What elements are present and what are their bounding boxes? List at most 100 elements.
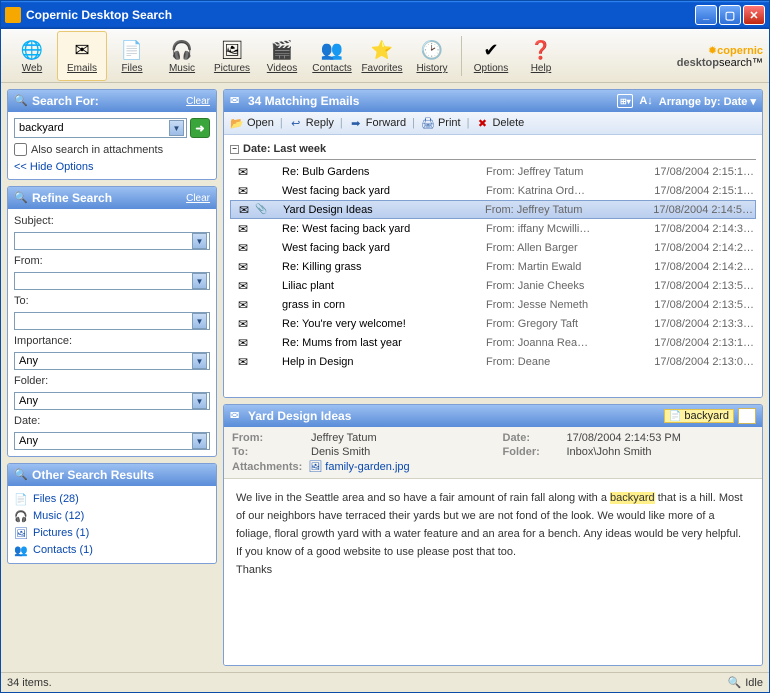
open-icon: 📂 (230, 116, 244, 130)
refine-label: Subject: (14, 215, 210, 227)
email-row[interactable]: ✉West facing back yardFrom: Allen Barger… (230, 238, 756, 257)
refine-field-0[interactable]: ▼ (14, 232, 210, 250)
refine-label: Importance: (14, 335, 210, 347)
email-subject: Re: Mums from last year (268, 337, 486, 349)
delete-button[interactable]: ✖Delete (475, 116, 524, 130)
search-go-button[interactable]: ➜ (190, 118, 210, 138)
minimize-button[interactable]: _ (695, 5, 717, 25)
refine-label: To: (14, 295, 210, 307)
email-from: From: Katrina Ord… (486, 185, 626, 197)
collapse-icon[interactable]: − (230, 145, 239, 154)
favorites-icon: ⭐ (370, 38, 394, 62)
close-button[interactable]: ✕ (743, 5, 765, 25)
delete-icon: ✖ (475, 116, 489, 130)
email-row[interactable]: ✉Re: You're very welcome!From: Gregory T… (230, 314, 756, 333)
toolbar-videos[interactable]: 🎬Videos (257, 31, 307, 81)
forward-button[interactable]: ➡Forward (349, 116, 406, 130)
email-from: From: Jeffrey Tatum (486, 166, 626, 178)
other-result-link[interactable]: 🖼Pictures (1) (14, 526, 210, 540)
attachment-icon: 📎 (255, 204, 269, 215)
highlight-term[interactable]: 📄 backyard (664, 409, 734, 423)
toolbar-emails[interactable]: ✉Emails (57, 31, 107, 81)
toolbar-music[interactable]: 🎧Music (157, 31, 207, 81)
email-date: 17/08/2004 2:14:5… (625, 204, 753, 216)
toolbar-history[interactable]: 🕑History (407, 31, 457, 81)
toolbar-files[interactable]: 📄Files (107, 31, 157, 81)
preview-title: Yard Design Ideas (248, 409, 660, 423)
chevron-down-icon[interactable]: ▼ (192, 433, 207, 449)
files-icon: 📄 (120, 38, 144, 62)
email-date: 17/08/2004 2:14:3… (626, 223, 754, 235)
email-subject: Re: West facing back yard (268, 223, 486, 235)
search-icon: 🔍 (728, 676, 742, 689)
music-icon: 🎧 (170, 38, 194, 62)
toolbar-web[interactable]: 🌐Web (7, 31, 57, 81)
toolbar-help[interactable]: ❓Help (516, 31, 566, 81)
envelope-icon: ✉ (232, 165, 254, 179)
email-subject: West facing back yard (268, 185, 486, 197)
search-input[interactable]: backyard ▼ (14, 118, 187, 138)
category-icon: 👥 (14, 543, 28, 557)
category-icon: 📄 (14, 492, 28, 506)
email-subject: grass in corn (268, 299, 486, 311)
search-clear-link[interactable]: Clear (186, 96, 210, 107)
folder-label: Folder: (503, 446, 563, 458)
envelope-icon: ✉ (232, 317, 254, 331)
envelope-icon: ✉ (232, 336, 254, 350)
email-from: From: Joanna Rea… (486, 337, 626, 349)
also-attachments-checkbox[interactable]: Also search in attachments (14, 143, 210, 156)
chevron-down-icon[interactable]: ▼ (192, 233, 207, 249)
refine-field-1[interactable]: ▼ (14, 272, 210, 290)
chevron-down-icon[interactable]: ▼ (192, 313, 207, 329)
email-row[interactable]: ✉📎Yard Design IdeasFrom: Jeffrey Tatum17… (230, 200, 756, 219)
open-button[interactable]: 📂Open (230, 116, 274, 130)
toolbar-favorites[interactable]: ⭐Favorites (357, 31, 407, 81)
toolbar-options[interactable]: ✔Options (466, 31, 516, 81)
toolbar-pictures[interactable]: 🖼Pictures (207, 31, 257, 81)
other-result-link[interactable]: 🎧Music (12) (14, 509, 210, 523)
chevron-down-icon[interactable]: ▼ (192, 273, 207, 289)
email-row[interactable]: ✉ Re: Mums from last yearFrom: Joanna Rea… (230, 333, 756, 352)
email-subject: Liliac plant (268, 280, 486, 292)
attachment-link[interactable]: 🖼 family-garden.jpg (308, 460, 409, 473)
view-mode-button[interactable]: ⊞▾ (617, 94, 633, 108)
refine-field-5[interactable]: Any▼ (14, 432, 210, 450)
print-button[interactable]: 🖨Print (421, 116, 461, 130)
reply-button[interactable]: ↩Reply (289, 116, 334, 130)
chevron-down-icon[interactable]: ▼ (192, 393, 207, 409)
group-header[interactable]: − Date: Last week (230, 139, 756, 160)
email-subject: Yard Design Ideas (269, 204, 485, 216)
refine-clear-link[interactable]: Clear (186, 193, 210, 204)
folder-value: Inbox\John Smith (567, 446, 755, 458)
arrange-by-dropdown[interactable]: Arrange by: Date ▾ (659, 95, 756, 108)
email-date: 17/08/2004 2:14:2… (626, 261, 754, 273)
refine-field-4[interactable]: Any▼ (14, 392, 210, 410)
maximize-button[interactable]: ▢ (719, 5, 741, 25)
hide-options-link[interactable]: << Hide Options (14, 161, 210, 173)
results-list[interactable]: − Date: Last week ✉Re: Bulb GardensFrom:… (224, 135, 762, 397)
email-row[interactable]: ✉Re: West facing back yardFrom: iffany M… (230, 219, 756, 238)
refine-field-3[interactable]: Any▼ (14, 352, 210, 370)
chevron-down-icon[interactable]: ▼ (192, 353, 207, 369)
contacts-icon: 👥 (320, 38, 344, 62)
refine-field-2[interactable]: ▼ (14, 312, 210, 330)
edit-button[interactable]: ✎ (738, 408, 756, 424)
chevron-down-icon[interactable]: ▼ (169, 120, 184, 136)
envelope-icon: ✉ (233, 203, 255, 217)
email-date: 17/08/2004 2:13:1… (626, 337, 754, 349)
magnifier-icon: 🔍 (14, 468, 28, 482)
email-row[interactable]: ✉grass in cornFrom: Jesse Nemeth17/08/20… (230, 295, 756, 314)
other-result-link[interactable]: 👥Contacts (1) (14, 543, 210, 557)
email-row[interactable]: ✉Re: Bulb GardensFrom: Jeffrey Tatum17/0… (230, 162, 756, 181)
highlighted-term: backyard (610, 492, 655, 504)
to-value: Denis Smith (311, 446, 499, 458)
email-row[interactable]: ✉Liliac plantFrom: Janie Cheeks17/08/200… (230, 276, 756, 295)
other-result-link[interactable]: 📄Files (28) (14, 492, 210, 506)
email-row[interactable]: ✉Re: Killing grassFrom: Martin Ewald17/0… (230, 257, 756, 276)
app-icon (5, 7, 21, 23)
email-row[interactable]: ✉West facing back yardFrom: Katrina Ord…… (230, 181, 756, 200)
toolbar-contacts[interactable]: 👥Contacts (307, 31, 357, 81)
results-panel: ✉ 34 Matching Emails ⊞▾ A↓ Arrange by: D… (223, 89, 763, 398)
preview-body[interactable]: We live in the Seattle area and so have … (224, 479, 762, 665)
email-row[interactable]: ✉Help in DesignFrom: Deane17/08/2004 2:1… (230, 352, 756, 371)
